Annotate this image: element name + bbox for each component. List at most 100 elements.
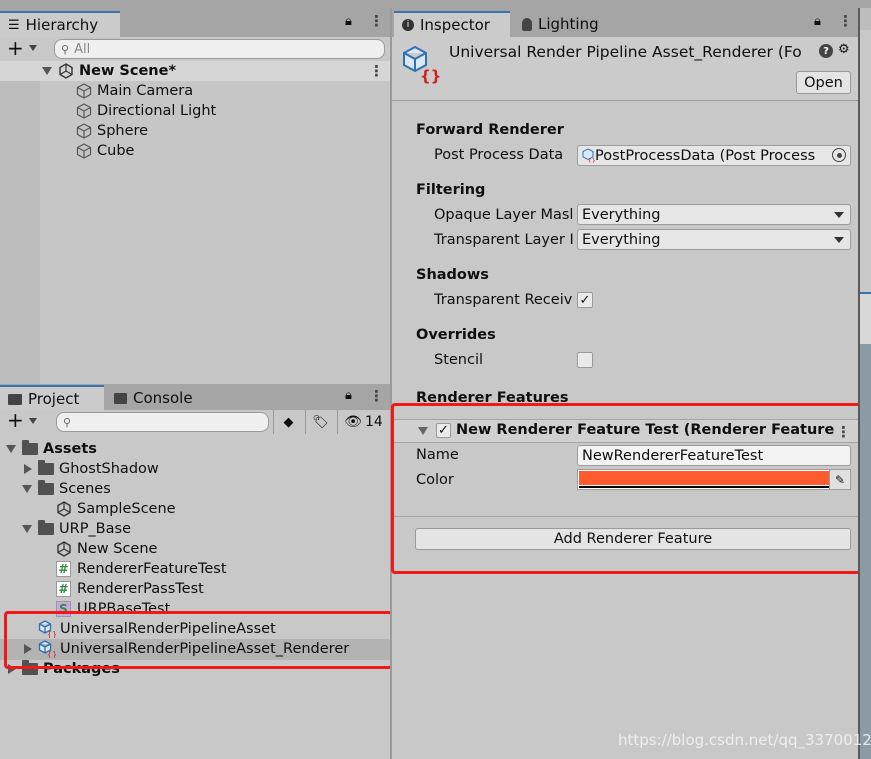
add-icon[interactable]: + [7,38,24,58]
hierarchy-item-label: Directional Light [97,103,217,119]
transparent-receive-shadows-label: Transparent Receiv [434,292,573,308]
collapsed-icon [24,464,32,474]
lightbulb-icon [522,17,532,31]
tree-item-new-scene[interactable]: New Scene [56,539,157,559]
chevron-down-icon[interactable] [29,418,37,424]
open-button[interactable]: Open [796,71,851,94]
tab-console[interactable]: Console [106,385,226,411]
transparent-receive-shadows-checkbox[interactable]: ✓ [577,292,593,308]
tab-lighting[interactable]: Lighting [514,11,624,37]
tree-item-rendererfeaturetest[interactable]: # RendererFeatureTest [56,559,227,579]
gameobject-cube-icon [76,83,92,99]
info-icon: i [402,19,414,31]
section-overrides: Overrides [416,327,496,343]
lock-icon[interactable]: 🔒︎ [345,14,352,29]
hierarchy-item-label: Cube [97,143,135,159]
stencil-checkbox[interactable] [577,352,593,368]
lock-icon[interactable]: 🔒︎ [345,388,352,403]
add-icon[interactable]: + [7,410,24,430]
object-picker-icon[interactable] [832,148,846,162]
transparent-layer-mask-value: Everything [582,231,661,248]
tree-item-scenes[interactable]: Scenes [22,479,111,499]
tree-item-ghostshadow[interactable]: GhostShadow [22,459,159,479]
filter-by-label-icon[interactable]: 🏷︎ [305,410,335,434]
dropdown-arrow-icon [834,212,844,218]
tab-console-label: Console [133,389,193,407]
hierarchy-item-label: Sphere [97,123,149,139]
section-shadows: Shadows [416,267,489,283]
tree-item-assets[interactable]: Assets [6,439,97,459]
post-process-data-field[interactable]: {} PostProcessData (Post Process [577,145,851,166]
project-search-input[interactable]: ⚲ [56,412,269,432]
unity-scene-icon [57,501,71,517]
more-options-icon[interactable]: ⋮ [838,12,853,30]
search-icon: ⚲ [61,42,70,56]
hidden-packages-toggle[interactable]: 👁︎ 14 [337,410,389,434]
dropdown-arrow-icon [834,237,844,243]
gameobject-cube-icon [76,103,92,119]
csharp-script-icon: # [56,561,71,577]
hierarchy-item-sphere[interactable]: Sphere [76,121,148,141]
tree-item-samplescene[interactable]: SampleScene [56,499,176,519]
gameobject-cube-icon [76,123,92,139]
hidden-count: 14 [364,414,383,430]
unity-scene-icon [59,63,73,79]
hierarchy-item-cube[interactable]: Cube [76,141,134,161]
scene-toolbar-edge [860,30,871,292]
section-filtering: Filtering [416,182,486,198]
top-toolbar-strip [0,0,871,8]
svg-text:{}: {} [420,67,441,84]
transparent-layer-mask-dropdown[interactable]: Everything [577,229,851,250]
tree-item-label: URP_Base [59,521,131,537]
highlight-box-renderer-feature [391,403,868,574]
tree-item-label: SampleScene [77,501,176,517]
console-icon [114,392,127,404]
tab-project-label: Project [28,390,80,408]
expand-icon [6,445,16,453]
folder-icon [38,460,54,475]
scene-tab-edge[interactable] [860,8,871,30]
tab-hierarchy-label: Hierarchy [25,16,99,34]
tab-lighting-label: Lighting [538,15,599,33]
tab-inspector-label: Inspector [420,16,490,34]
list-icon: ☰ [8,17,20,33]
hierarchy-item-directional-light[interactable]: Directional Light [76,101,216,121]
more-options-icon[interactable]: ⋮ [369,387,384,405]
hierarchy-item-main-camera[interactable]: Main Camera [76,81,193,101]
asset-title: Universal Render Pipeline Asset_Renderer… [449,43,802,61]
settings-icon[interactable]: ⚙ [838,42,850,57]
checkmark-icon: ✓ [579,292,591,308]
hierarchy-search-input[interactable]: ⚲ All [54,39,385,59]
scene-row[interactable]: New Scene* [42,61,176,81]
tree-item-label: GhostShadow [59,461,159,477]
post-process-label: Post Process Data [434,147,564,163]
opaque-layer-mask-value: Everything [582,206,661,223]
tree-item-label: RendererFeatureTest [77,561,227,577]
section-forward-renderer: Forward Renderer [416,122,564,138]
tab-hierarchy[interactable]: ☰ Hierarchy [0,11,120,37]
hierarchy-item-label: Main Camera [97,83,194,99]
scene-options-icon[interactable]: ⋮ [369,62,384,80]
lock-icon[interactable]: 🔒︎ [814,14,821,29]
expand-icon [42,67,52,75]
tree-item-label: RendererPassTest [77,581,204,597]
folder-icon [38,520,54,535]
tab-inspector[interactable]: i Inspector [394,11,510,37]
expand-icon [22,525,32,533]
expand-icon [22,485,32,493]
help-icon[interactable]: ? [819,44,833,58]
stencil-label: Stencil [434,352,484,368]
eye-slash-icon: 👁︎ [344,414,362,430]
tree-item-urp-base[interactable]: URP_Base [22,519,131,539]
watermark: https://blog.csdn.net/qq_33700123 [618,731,871,749]
folder-icon [22,440,38,455]
tree-item-rendererpasstest[interactable]: # RendererPassTest [56,579,204,599]
folder-icon [8,393,22,405]
chevron-down-icon[interactable] [29,45,37,51]
filter-by-type-icon[interactable]: ◆ [273,410,303,434]
more-options-icon[interactable]: ⋮ [369,12,384,30]
scene-viewport-edge [860,344,871,759]
opaque-layer-mask-dropdown[interactable]: Everything [577,204,851,225]
scene-name: New Scene* [79,63,177,79]
asset-object-icon: {} [582,148,595,163]
